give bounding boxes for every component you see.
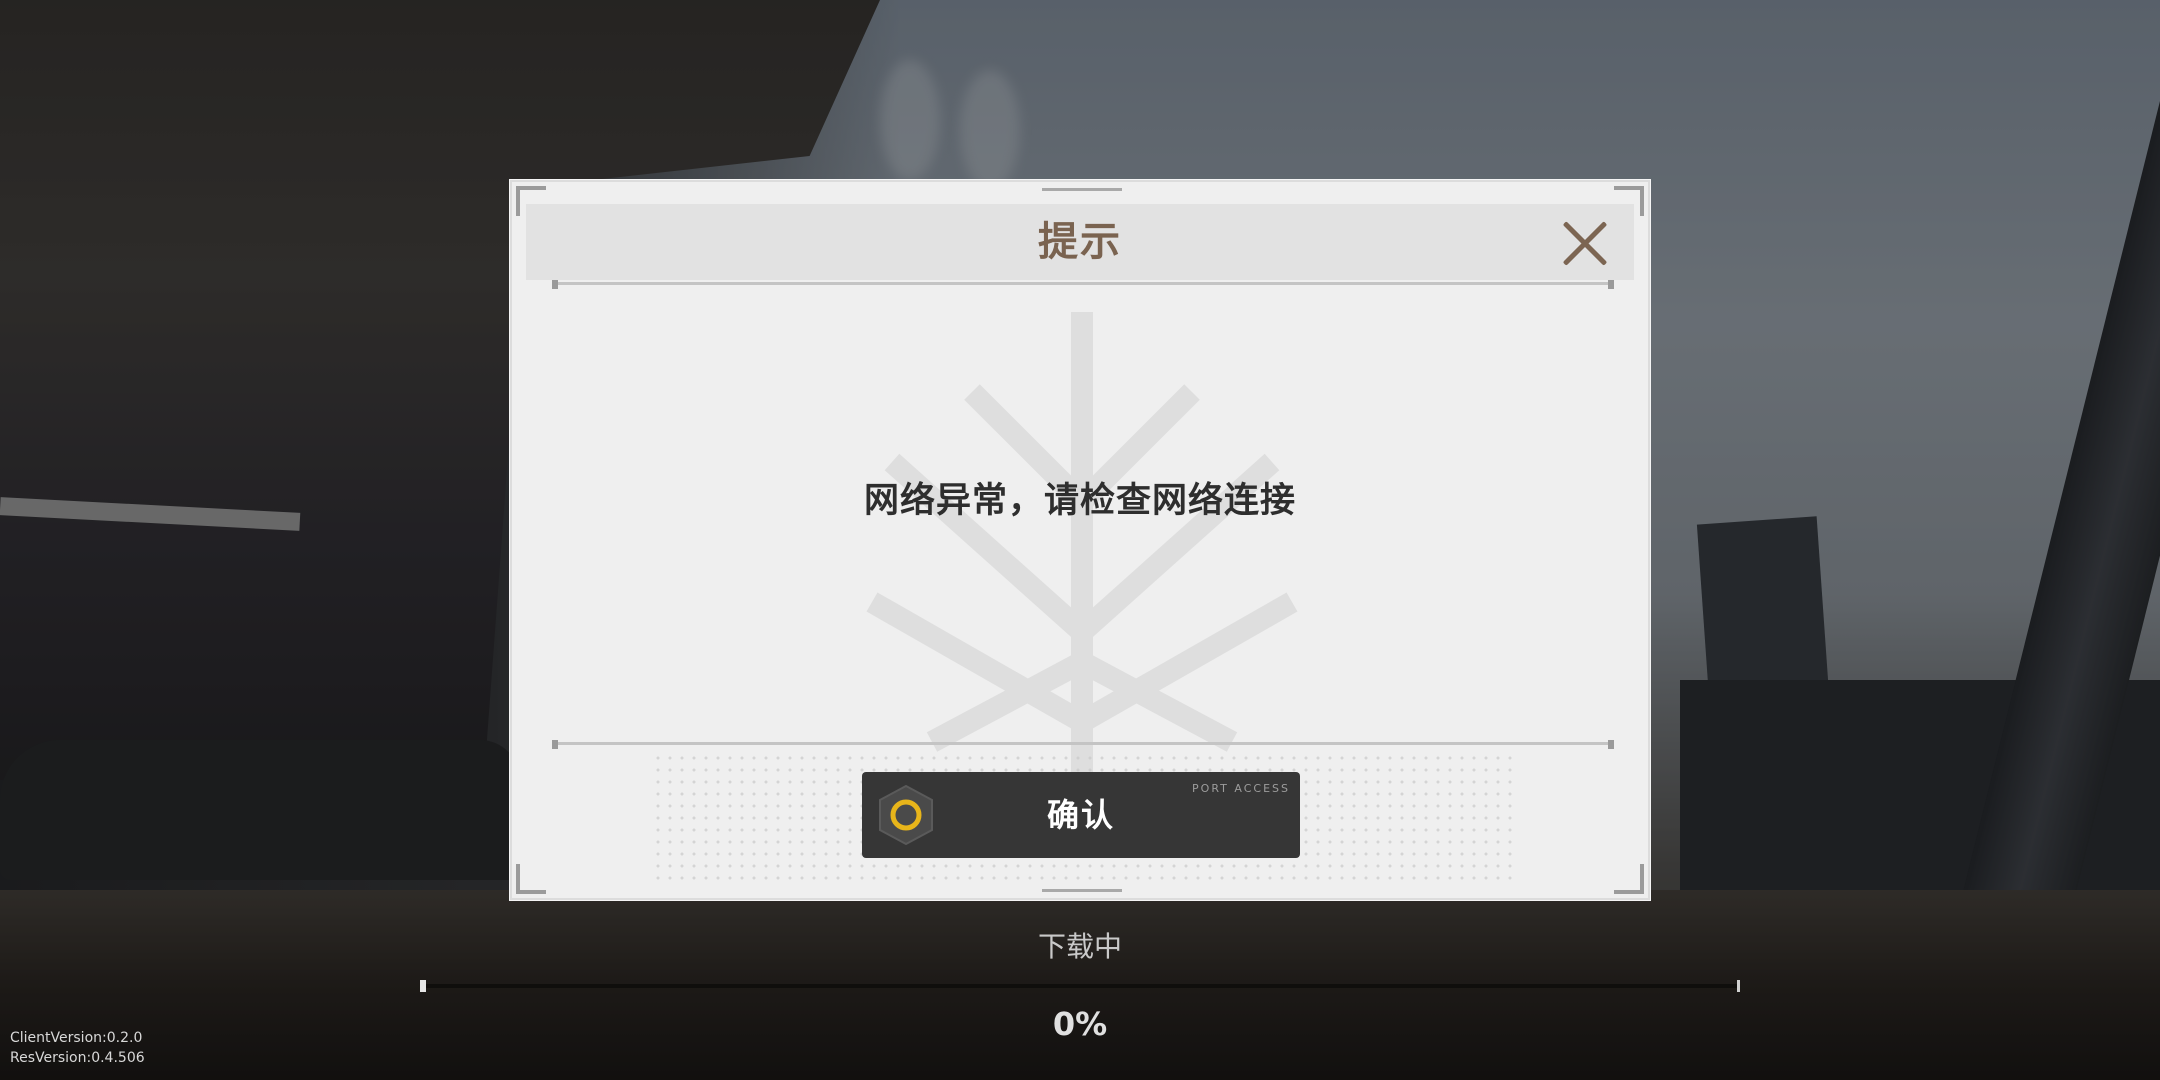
port-access-tag: PORT ACCESS <box>1192 782 1290 795</box>
progress-start-marker <box>420 980 426 992</box>
divider-end <box>1608 740 1614 749</box>
dialog-title: 提示 <box>1038 219 1122 265</box>
dialog-top-tick <box>1042 188 1122 191</box>
progress-end-marker <box>1737 980 1740 992</box>
network-error-dialog: 提示 网络异常，请检查网络连接 确认 PORT ACCESS <box>510 180 1650 900</box>
download-percent: 0% <box>1052 1005 1108 1043</box>
error-message: 网络异常，请检查网络连接 <box>863 481 1296 521</box>
divider-end <box>552 280 558 289</box>
dialog-bottom-tick <box>1042 889 1122 892</box>
client-version: ClientVersion:0.2.0 <box>10 1030 143 1046</box>
download-status: 下载中 <box>1037 930 1122 963</box>
corner-bracket <box>516 864 546 894</box>
divider-end <box>1608 280 1614 289</box>
close-icon[interactable] <box>1560 218 1610 268</box>
corner-bracket <box>1614 864 1644 894</box>
confirm-button[interactable]: 确认 PORT ACCESS <box>862 772 1300 858</box>
download-progress-bar <box>420 984 1740 988</box>
divider-end <box>552 740 558 749</box>
divider <box>554 742 1612 745</box>
divider <box>554 282 1612 285</box>
res-version: ResVersion:0.4.506 <box>10 1050 145 1066</box>
dialog-header: 提示 <box>526 204 1634 280</box>
